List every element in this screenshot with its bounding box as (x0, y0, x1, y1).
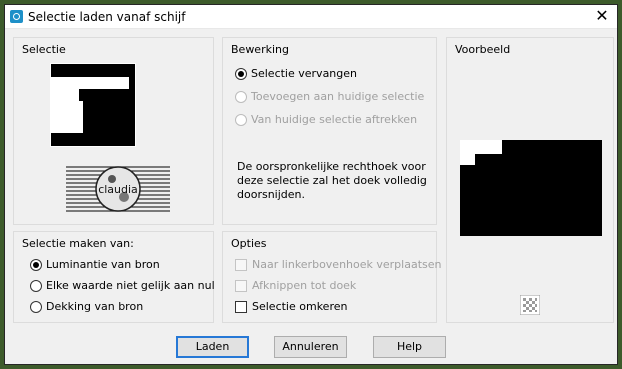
checkbox-label: Afknippen tot doek (252, 279, 357, 292)
radio-label: Elke waarde niet gelijk aan nul (46, 279, 215, 292)
check-linkerbovenhoek[interactable]: Naar linkerbovenhoek verplaatsen (235, 258, 441, 271)
radio-button[interactable] (235, 67, 247, 80)
selectie-group: Selectie claudia (13, 37, 214, 225)
app-icon (10, 10, 23, 23)
radio-button[interactable] (235, 90, 247, 103)
radio-elke-waarde[interactable]: Elke waarde niet gelijk aan nul (30, 279, 215, 292)
opties-group: Opties Naar linkerbovenhoek verplaatsen … (222, 231, 441, 323)
claudia-logo: claudia (66, 166, 170, 212)
bewerking-description: De oorspronkelijke rechthoek voor deze s… (237, 160, 427, 201)
radio-dekking[interactable]: Dekking van bron (30, 300, 143, 313)
preview-canvas (460, 140, 602, 236)
radio-toevoegen[interactable]: Toevoegen aan huidige selectie (235, 90, 424, 103)
radio-label: Luminantie van bron (46, 258, 160, 271)
radio-label: Dekking van bron (46, 300, 144, 313)
dialog-window: Selectie laden vanaf schijf ✕ Selectie c… (4, 4, 618, 365)
radio-label: Van huidige selectie aftrekken (251, 113, 418, 126)
checkbox[interactable] (235, 258, 247, 271)
radio-label: Toevoegen aan huidige selectie (251, 90, 425, 103)
opties-group-title: Opties (231, 237, 267, 250)
logo-text: claudia (98, 183, 138, 196)
checkbox-label: Naar linkerbovenhoek verplaatsen (252, 258, 442, 271)
cancel-button[interactable]: Annuleren (274, 336, 347, 358)
radio-button[interactable] (30, 258, 42, 271)
checkerboard-icon[interactable] (520, 295, 540, 315)
radio-aftrekken[interactable]: Van huidige selectie aftrekken (235, 113, 417, 126)
help-button[interactable]: Help (373, 336, 446, 358)
bewerking-group-title: Bewerking (231, 43, 289, 56)
radio-button[interactable] (30, 300, 42, 313)
selection-thumbnail[interactable] (50, 63, 136, 147)
bewerking-group: Bewerking Selectie vervangen Toevoegen a… (222, 37, 437, 225)
maken-van-group-title: Selectie maken van: (22, 237, 134, 250)
voorbeeld-group: Voorbeeld (446, 37, 614, 323)
radio-label: Selectie vervangen (251, 67, 357, 80)
selectie-group-title: Selectie (22, 43, 66, 56)
close-icon[interactable]: ✕ (593, 7, 611, 25)
radio-button[interactable] (235, 113, 247, 126)
maken-van-group: Selectie maken van: Luminantie van bron … (13, 231, 215, 323)
radio-button[interactable] (30, 279, 42, 292)
check-afknippen[interactable]: Afknippen tot doek (235, 279, 356, 292)
checkbox[interactable] (235, 279, 247, 292)
checkbox[interactable] (235, 300, 247, 313)
checkbox-label: Selectie omkeren (252, 300, 348, 313)
title-bar[interactable]: Selectie laden vanaf schijf ✕ (5, 5, 617, 29)
voorbeeld-group-title: Voorbeeld (455, 43, 511, 56)
load-button[interactable]: Laden (176, 336, 249, 358)
check-selectie-omkeren[interactable]: Selectie omkeren (235, 300, 347, 313)
radio-luminantie[interactable]: Luminantie van bron (30, 258, 160, 271)
radio-selectie-vervangen[interactable]: Selectie vervangen (235, 67, 357, 80)
window-title: Selectie laden vanaf schijf (28, 10, 186, 24)
window-frame: Selectie laden vanaf schijf ✕ Selectie c… (0, 0, 622, 369)
